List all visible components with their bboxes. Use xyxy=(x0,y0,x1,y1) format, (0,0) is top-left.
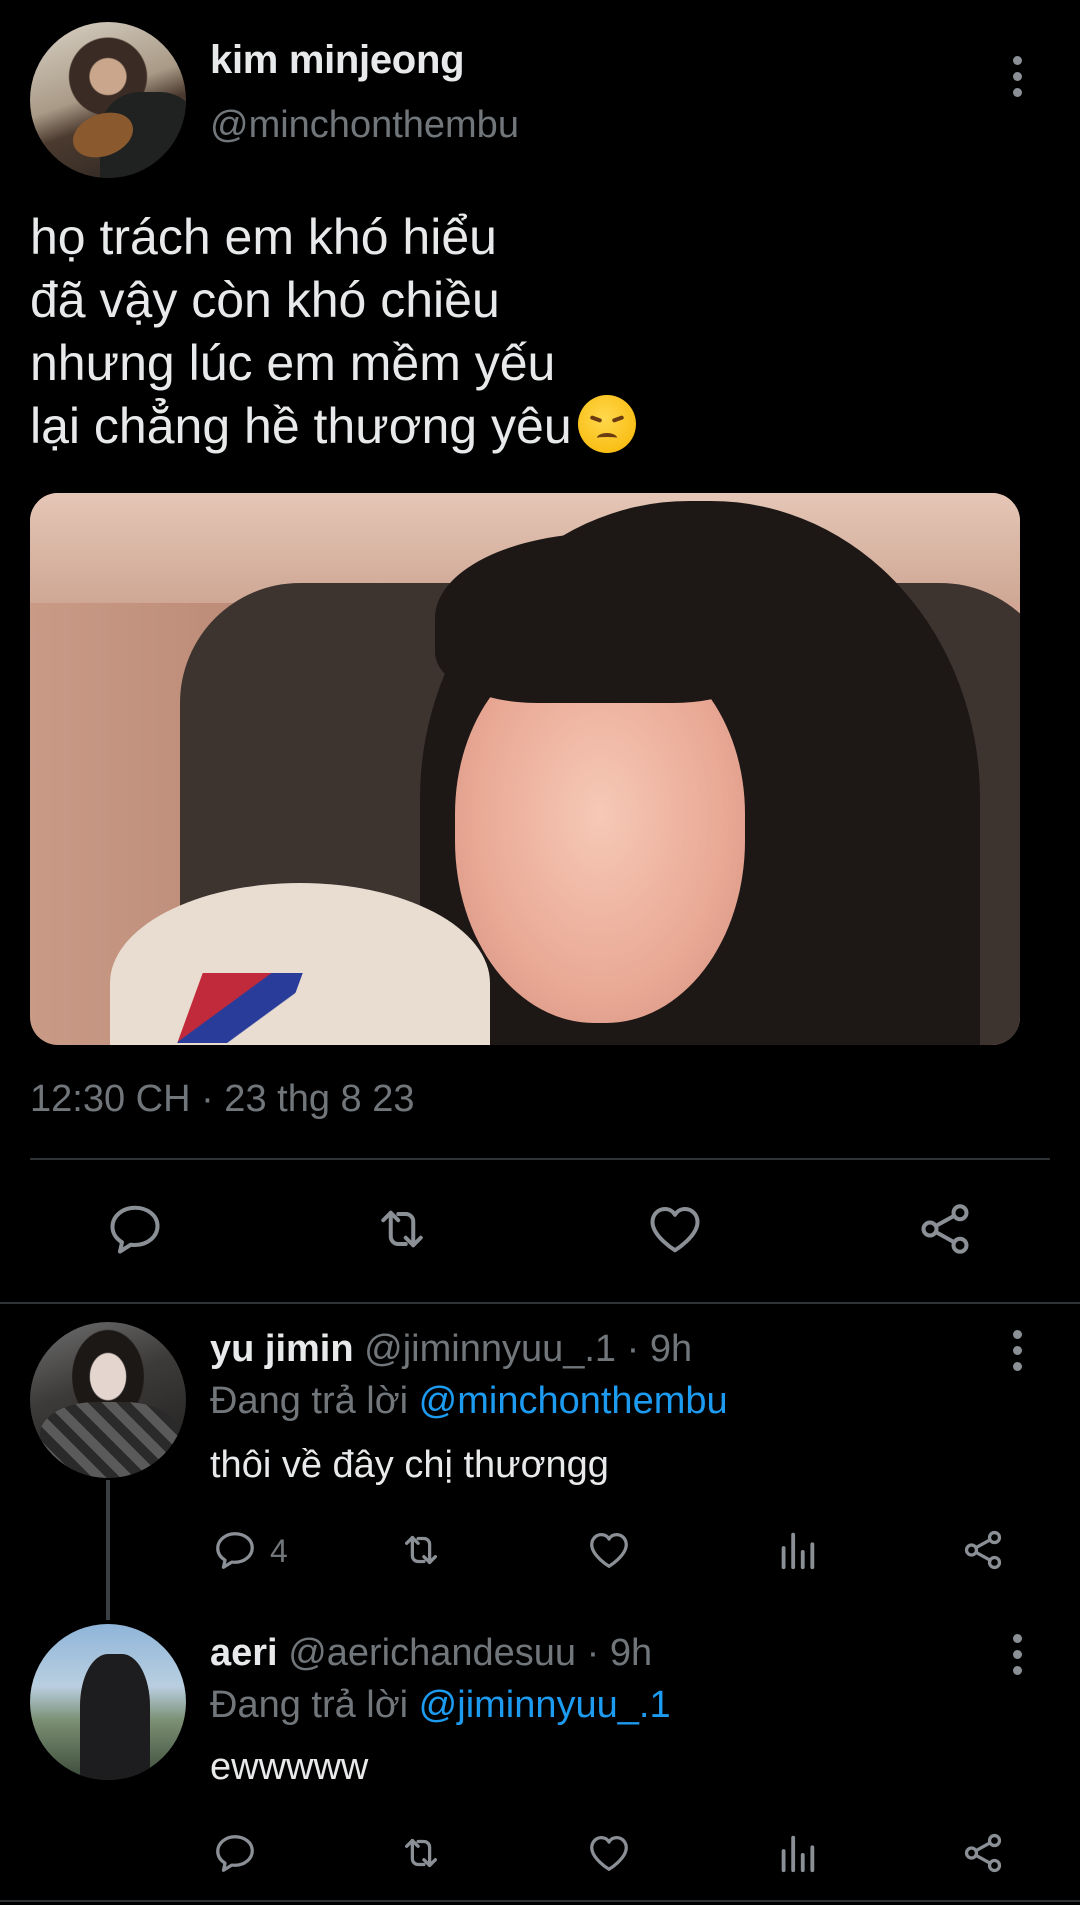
reply-1-reply-icon[interactable] xyxy=(212,1527,258,1573)
tweet-line-4: lại chẳng hề thương yêu xyxy=(30,395,636,458)
reply-1-like-icon[interactable] xyxy=(586,1527,632,1573)
reply-2-more-icon[interactable] xyxy=(1010,1634,1024,1675)
thread-line xyxy=(106,1480,110,1620)
reply-1-display-name[interactable]: yu jimin xyxy=(210,1328,354,1370)
reply-2-meta: @aerichandesuu · 9h xyxy=(288,1632,653,1674)
reply-2-mention-link[interactable]: @jiminnyuu_.1 xyxy=(419,1684,671,1726)
tweet-line-4-text: lại chẳng hề thương yêu xyxy=(30,398,572,454)
reply-1-reply-count: 4 xyxy=(270,1533,288,1569)
tweet-line-2: đã vậy còn khó chiều xyxy=(30,272,500,328)
disappointed-face-emoji-icon xyxy=(577,395,636,453)
section-divider xyxy=(0,1302,1080,1304)
reply-1-analytics-icon[interactable] xyxy=(774,1527,820,1573)
reply-2-display-name[interactable]: aeri xyxy=(210,1632,278,1674)
like-icon[interactable] xyxy=(645,1199,705,1259)
retweet-icon[interactable] xyxy=(372,1199,432,1259)
tweet-line-3: nhưng lúc em mềm yếu xyxy=(30,335,556,391)
divider xyxy=(30,1158,1050,1160)
reply-2-text: ewwwww xyxy=(210,1746,369,1788)
reply-2-share-icon[interactable] xyxy=(960,1830,1006,1876)
reply-1-replying-to: Đang trả lời @minchonthembu xyxy=(210,1380,728,1423)
tweet-text: họ trách em khó hiểu đã vậy còn khó chiề… xyxy=(30,206,636,458)
reply-2-avatar[interactable] xyxy=(30,1624,186,1780)
reply-1-avatar[interactable] xyxy=(30,1322,186,1478)
reply-1-more-icon[interactable] xyxy=(1010,1330,1024,1371)
author-display-name[interactable]: kim minjeong xyxy=(210,38,465,83)
reply-2-header[interactable]: aeri @aerichandesuu · 9h xyxy=(210,1632,652,1675)
reply-1-share-icon[interactable] xyxy=(960,1527,1006,1573)
reply-1-mention-link[interactable]: @minchonthembu xyxy=(419,1380,728,1422)
reply-1-retweet-icon[interactable] xyxy=(398,1527,444,1573)
replying-prefix: Đang trả lời xyxy=(210,1684,409,1726)
tweet-photo[interactable] xyxy=(30,493,1020,1045)
author-avatar[interactable] xyxy=(30,22,186,178)
author-handle[interactable]: @minchonthembu xyxy=(210,104,519,147)
reply-1-meta: @jiminnyuu_.1 · 9h xyxy=(364,1328,693,1370)
reply-2-replying-to: Đang trả lời @jiminnyuu_.1 xyxy=(210,1684,671,1727)
bottom-divider xyxy=(0,1900,1080,1902)
reply-1-header[interactable]: yu jimin @jiminnyuu_.1 · 9h xyxy=(210,1328,692,1371)
tweet-line-1: họ trách em khó hiểu xyxy=(30,209,497,265)
reply-2-retweet-icon[interactable] xyxy=(398,1830,444,1876)
reply-icon[interactable] xyxy=(105,1199,165,1259)
share-icon[interactable] xyxy=(915,1199,975,1259)
reply-2-analytics-icon[interactable] xyxy=(774,1830,820,1876)
tweet-detail-page: kim minjeong @minchonthembu họ trách em … xyxy=(0,0,1080,1905)
tweet-timestamp[interactable]: 12:30 CH · 23 thg 8 23 xyxy=(30,1078,414,1121)
more-options-icon[interactable] xyxy=(1010,56,1024,97)
reply-2-like-icon[interactable] xyxy=(586,1830,632,1876)
reply-2-reply-icon[interactable] xyxy=(212,1830,258,1876)
reply-1-text: thôi về đây chị thươngg xyxy=(210,1444,609,1486)
replying-prefix: Đang trả lời xyxy=(210,1380,409,1422)
